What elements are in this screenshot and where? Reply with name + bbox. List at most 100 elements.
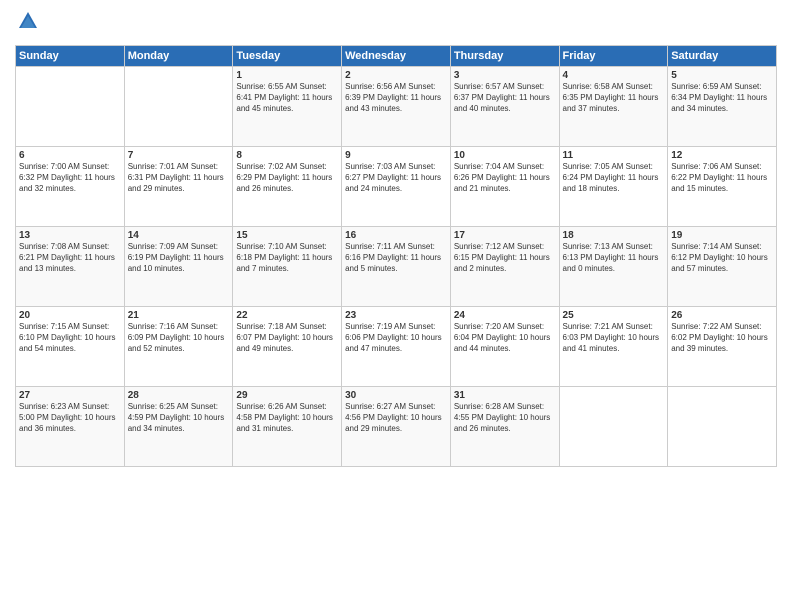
calendar-cell: 8Sunrise: 7:02 AM Sunset: 6:29 PM Daylig… xyxy=(233,147,342,227)
day-info: Sunrise: 7:12 AM Sunset: 6:15 PM Dayligh… xyxy=(454,242,556,274)
day-number: 7 xyxy=(128,150,230,161)
header-row: SundayMondayTuesdayWednesdayThursdayFrid… xyxy=(16,46,777,67)
calendar-table: SundayMondayTuesdayWednesdayThursdayFrid… xyxy=(15,45,777,467)
day-number: 12 xyxy=(671,150,773,161)
calendar-cell: 15Sunrise: 7:10 AM Sunset: 6:18 PM Dayli… xyxy=(233,227,342,307)
day-info: Sunrise: 6:23 AM Sunset: 5:00 PM Dayligh… xyxy=(19,402,121,434)
day-info: Sunrise: 7:11 AM Sunset: 6:16 PM Dayligh… xyxy=(345,242,447,274)
day-info: Sunrise: 7:04 AM Sunset: 6:26 PM Dayligh… xyxy=(454,162,556,194)
day-number: 16 xyxy=(345,230,447,241)
calendar-cell xyxy=(668,387,777,467)
day-info: Sunrise: 6:55 AM Sunset: 6:41 PM Dayligh… xyxy=(236,82,338,114)
day-info: Sunrise: 7:02 AM Sunset: 6:29 PM Dayligh… xyxy=(236,162,338,194)
week-row-1: 1Sunrise: 6:55 AM Sunset: 6:41 PM Daylig… xyxy=(16,67,777,147)
calendar-cell: 29Sunrise: 6:26 AM Sunset: 4:58 PM Dayli… xyxy=(233,387,342,467)
calendar-cell: 18Sunrise: 7:13 AM Sunset: 6:13 PM Dayli… xyxy=(559,227,668,307)
day-number: 31 xyxy=(454,390,556,401)
day-info: Sunrise: 7:21 AM Sunset: 6:03 PM Dayligh… xyxy=(563,322,665,354)
day-header-saturday: Saturday xyxy=(668,46,777,67)
calendar-cell: 14Sunrise: 7:09 AM Sunset: 6:19 PM Dayli… xyxy=(124,227,233,307)
calendar-cell: 4Sunrise: 6:58 AM Sunset: 6:35 PM Daylig… xyxy=(559,67,668,147)
day-info: Sunrise: 7:16 AM Sunset: 6:09 PM Dayligh… xyxy=(128,322,230,354)
day-info: Sunrise: 7:20 AM Sunset: 6:04 PM Dayligh… xyxy=(454,322,556,354)
logo xyxy=(15,10,39,37)
calendar-cell: 12Sunrise: 7:06 AM Sunset: 6:22 PM Dayli… xyxy=(668,147,777,227)
day-number: 13 xyxy=(19,230,121,241)
day-number: 24 xyxy=(454,310,556,321)
calendar-cell: 3Sunrise: 6:57 AM Sunset: 6:37 PM Daylig… xyxy=(450,67,559,147)
day-info: Sunrise: 7:03 AM Sunset: 6:27 PM Dayligh… xyxy=(345,162,447,194)
day-number: 17 xyxy=(454,230,556,241)
day-number: 4 xyxy=(563,70,665,81)
calendar-cell: 31Sunrise: 6:28 AM Sunset: 4:55 PM Dayli… xyxy=(450,387,559,467)
calendar-page: SundayMondayTuesdayWednesdayThursdayFrid… xyxy=(0,0,792,612)
calendar-cell: 10Sunrise: 7:04 AM Sunset: 6:26 PM Dayli… xyxy=(450,147,559,227)
day-info: Sunrise: 7:06 AM Sunset: 6:22 PM Dayligh… xyxy=(671,162,773,194)
calendar-cell: 22Sunrise: 7:18 AM Sunset: 6:07 PM Dayli… xyxy=(233,307,342,387)
calendar-cell: 23Sunrise: 7:19 AM Sunset: 6:06 PM Dayli… xyxy=(342,307,451,387)
calendar-cell xyxy=(124,67,233,147)
calendar-cell: 21Sunrise: 7:16 AM Sunset: 6:09 PM Dayli… xyxy=(124,307,233,387)
calendar-cell: 7Sunrise: 7:01 AM Sunset: 6:31 PM Daylig… xyxy=(124,147,233,227)
day-number: 20 xyxy=(19,310,121,321)
calendar-cell: 17Sunrise: 7:12 AM Sunset: 6:15 PM Dayli… xyxy=(450,227,559,307)
logo-icon xyxy=(17,10,39,32)
day-header-monday: Monday xyxy=(124,46,233,67)
day-number: 27 xyxy=(19,390,121,401)
day-info: Sunrise: 7:00 AM Sunset: 6:32 PM Dayligh… xyxy=(19,162,121,194)
day-info: Sunrise: 7:05 AM Sunset: 6:24 PM Dayligh… xyxy=(563,162,665,194)
calendar-cell: 9Sunrise: 7:03 AM Sunset: 6:27 PM Daylig… xyxy=(342,147,451,227)
day-info: Sunrise: 7:19 AM Sunset: 6:06 PM Dayligh… xyxy=(345,322,447,354)
day-header-sunday: Sunday xyxy=(16,46,125,67)
calendar-cell: 30Sunrise: 6:27 AM Sunset: 4:56 PM Dayli… xyxy=(342,387,451,467)
day-number: 30 xyxy=(345,390,447,401)
day-header-tuesday: Tuesday xyxy=(233,46,342,67)
week-row-5: 27Sunrise: 6:23 AM Sunset: 5:00 PM Dayli… xyxy=(16,387,777,467)
day-info: Sunrise: 7:13 AM Sunset: 6:13 PM Dayligh… xyxy=(563,242,665,274)
calendar-cell xyxy=(559,387,668,467)
day-number: 10 xyxy=(454,150,556,161)
day-number: 8 xyxy=(236,150,338,161)
day-info: Sunrise: 7:10 AM Sunset: 6:18 PM Dayligh… xyxy=(236,242,338,274)
day-info: Sunrise: 6:25 AM Sunset: 4:59 PM Dayligh… xyxy=(128,402,230,434)
day-number: 11 xyxy=(563,150,665,161)
day-header-thursday: Thursday xyxy=(450,46,559,67)
calendar-cell: 5Sunrise: 6:59 AM Sunset: 6:34 PM Daylig… xyxy=(668,67,777,147)
calendar-cell: 26Sunrise: 7:22 AM Sunset: 6:02 PM Dayli… xyxy=(668,307,777,387)
day-number: 23 xyxy=(345,310,447,321)
day-number: 6 xyxy=(19,150,121,161)
day-number: 2 xyxy=(345,70,447,81)
header xyxy=(15,10,777,37)
day-header-friday: Friday xyxy=(559,46,668,67)
day-info: Sunrise: 7:14 AM Sunset: 6:12 PM Dayligh… xyxy=(671,242,773,274)
day-info: Sunrise: 6:58 AM Sunset: 6:35 PM Dayligh… xyxy=(563,82,665,114)
calendar-cell: 11Sunrise: 7:05 AM Sunset: 6:24 PM Dayli… xyxy=(559,147,668,227)
day-info: Sunrise: 7:09 AM Sunset: 6:19 PM Dayligh… xyxy=(128,242,230,274)
calendar-cell xyxy=(16,67,125,147)
calendar-cell: 19Sunrise: 7:14 AM Sunset: 6:12 PM Dayli… xyxy=(668,227,777,307)
calendar-cell: 20Sunrise: 7:15 AM Sunset: 6:10 PM Dayli… xyxy=(16,307,125,387)
day-number: 1 xyxy=(236,70,338,81)
day-info: Sunrise: 7:08 AM Sunset: 6:21 PM Dayligh… xyxy=(19,242,121,274)
day-number: 28 xyxy=(128,390,230,401)
calendar-cell: 13Sunrise: 7:08 AM Sunset: 6:21 PM Dayli… xyxy=(16,227,125,307)
day-info: Sunrise: 7:22 AM Sunset: 6:02 PM Dayligh… xyxy=(671,322,773,354)
day-number: 29 xyxy=(236,390,338,401)
day-number: 26 xyxy=(671,310,773,321)
day-number: 21 xyxy=(128,310,230,321)
calendar-cell: 28Sunrise: 6:25 AM Sunset: 4:59 PM Dayli… xyxy=(124,387,233,467)
day-info: Sunrise: 6:28 AM Sunset: 4:55 PM Dayligh… xyxy=(454,402,556,434)
week-row-3: 13Sunrise: 7:08 AM Sunset: 6:21 PM Dayli… xyxy=(16,227,777,307)
day-number: 14 xyxy=(128,230,230,241)
day-info: Sunrise: 6:27 AM Sunset: 4:56 PM Dayligh… xyxy=(345,402,447,434)
day-info: Sunrise: 6:59 AM Sunset: 6:34 PM Dayligh… xyxy=(671,82,773,114)
day-number: 18 xyxy=(563,230,665,241)
day-info: Sunrise: 7:18 AM Sunset: 6:07 PM Dayligh… xyxy=(236,322,338,354)
week-row-2: 6Sunrise: 7:00 AM Sunset: 6:32 PM Daylig… xyxy=(16,147,777,227)
day-info: Sunrise: 7:15 AM Sunset: 6:10 PM Dayligh… xyxy=(19,322,121,354)
calendar-cell: 27Sunrise: 6:23 AM Sunset: 5:00 PM Dayli… xyxy=(16,387,125,467)
calendar-cell: 25Sunrise: 7:21 AM Sunset: 6:03 PM Dayli… xyxy=(559,307,668,387)
day-number: 5 xyxy=(671,70,773,81)
week-row-4: 20Sunrise: 7:15 AM Sunset: 6:10 PM Dayli… xyxy=(16,307,777,387)
day-number: 19 xyxy=(671,230,773,241)
